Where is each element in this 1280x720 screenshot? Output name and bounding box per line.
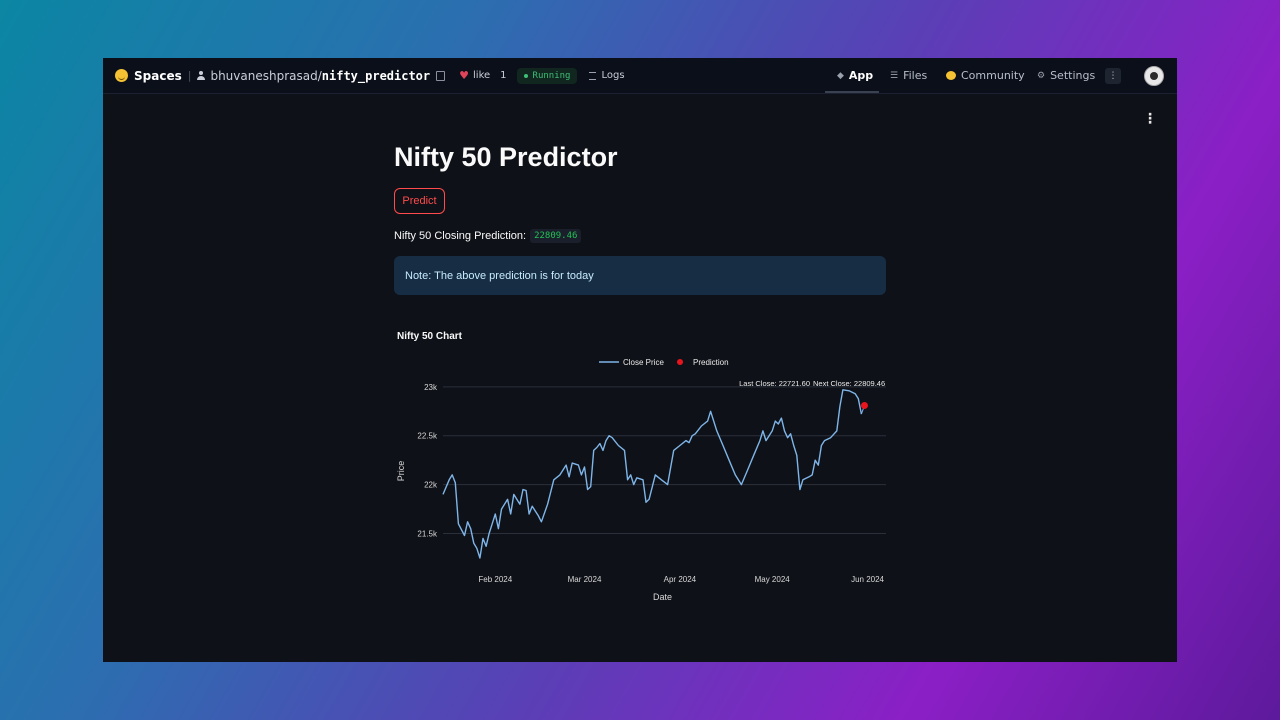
next-close-annotation: Next Close: 22809.46	[813, 379, 885, 388]
last-close-annotation: Last Close: 22721.60	[739, 379, 810, 388]
legend-prediction-swatch	[677, 359, 683, 365]
x-tick-label: May 2024	[755, 575, 791, 584]
y-tick-label: 21.5k	[417, 530, 438, 539]
x-tick-label: Apr 2024	[664, 575, 697, 584]
x-tick-label: Jun 2024	[851, 575, 884, 584]
app-window: Spaces | bhuvaneshprasad / nifty_predict…	[103, 58, 1177, 662]
y-tick-label: 22.5k	[417, 432, 438, 441]
x-tick-label: Mar 2024	[568, 575, 602, 584]
y-tick-label: 23k	[424, 383, 438, 392]
price-chart[interactable]: 21.5k 22k 22.5k 23k Feb 2024 Mar 2024 Apr 2024…	[103, 58, 1177, 662]
prediction-point	[860, 401, 868, 409]
x-axis-title: Date	[653, 592, 672, 602]
close-price-line	[442, 389, 863, 559]
y-tick-label: 22k	[424, 481, 438, 490]
y-axis-title: Price	[396, 461, 406, 482]
x-tick-label: Feb 2024	[478, 575, 512, 584]
legend-prediction-label: Prediction	[693, 358, 729, 367]
legend-close-label: Close Price	[623, 358, 664, 367]
